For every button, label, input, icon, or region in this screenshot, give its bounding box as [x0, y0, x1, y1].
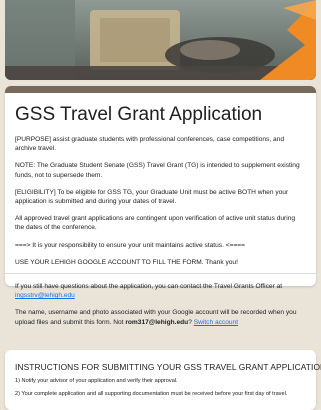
- header-banner-image: [5, 0, 316, 80]
- form-title: GSS Travel Grant Application: [15, 104, 263, 125]
- account-instruction-text: USE YOUR LEHIGH GOOGLE ACCOUNT TO FILL T…: [15, 258, 238, 266]
- note-text: NOTE: The Graduate Student Senate (GSS) …: [15, 162, 300, 179]
- travel-banner-graphic: [5, 0, 316, 80]
- instructions-title: INSTRUCTIONS FOR SUBMITTING YOUR GSS TRA…: [15, 362, 321, 372]
- instructions-card: INSTRUCTIONS FOR SUBMITTING YOUR GSS TRA…: [5, 350, 321, 410]
- instruction-step-2: 2) Your complete application and all sup…: [15, 390, 288, 397]
- contact-paragraph: If you still have questions about the ap…: [15, 282, 306, 300]
- user-email: rom317@lehigh.edu: [125, 318, 189, 326]
- contingent-text: All approved travel grant applications a…: [15, 215, 296, 232]
- switch-account-link[interactable]: Switch account: [194, 319, 238, 326]
- form-header-card: GSS Travel Grant Application [PURPOSE] a…: [5, 86, 316, 326]
- instruction-step-1: 1) Notify your advisor of your applicati…: [15, 378, 178, 384]
- responsibility-text: ===> It is your responsibility to ensure…: [15, 241, 245, 249]
- contact-text: If you still have questions about the ap…: [15, 283, 283, 291]
- contact-email-link[interactable]: ingsstrv@lehigh.edu: [15, 292, 75, 299]
- eligibility-text: [ELIGIBILITY] To be eligible for GSS TG,…: [15, 188, 289, 206]
- recording-suffix: ?: [188, 318, 192, 326]
- divider: [5, 273, 316, 275]
- recording-paragraph: The name, username and photo associated …: [15, 308, 306, 326]
- purpose-text: [PURPOSE] assist graduate students with …: [15, 136, 285, 153]
